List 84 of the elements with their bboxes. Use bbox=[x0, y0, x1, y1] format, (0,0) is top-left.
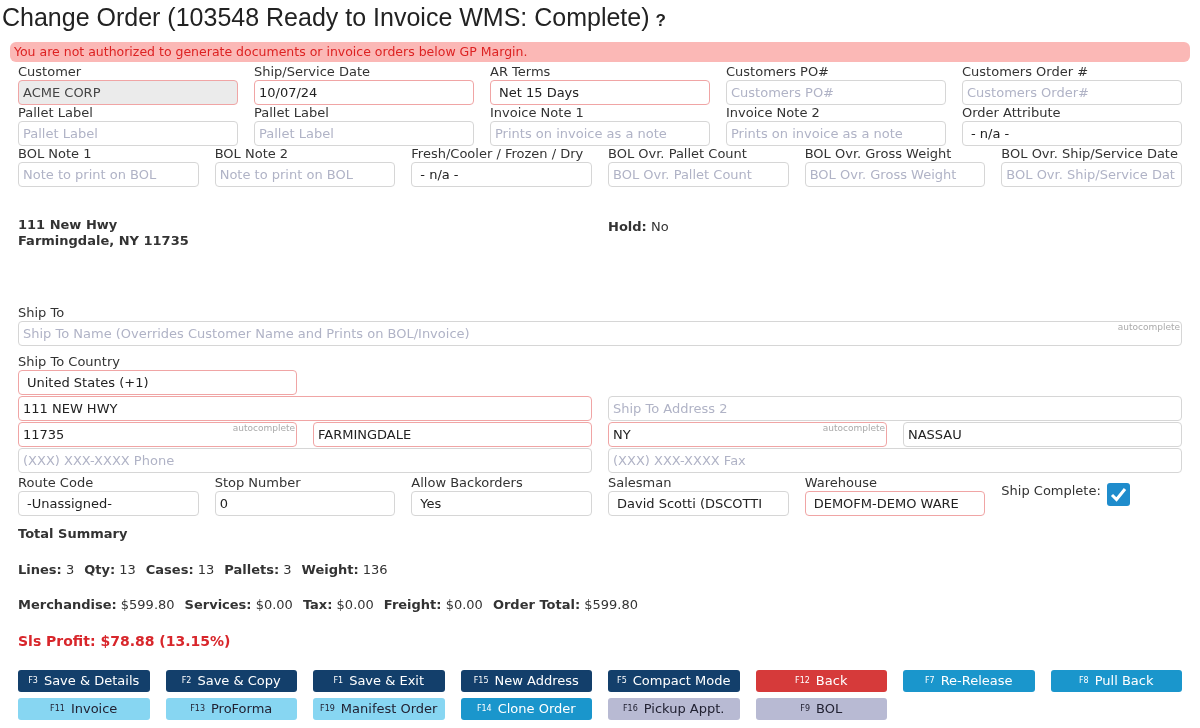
input-field[interactable]: Note to print on BOL bbox=[18, 162, 199, 187]
field-label: BOL Note 2 bbox=[214, 146, 289, 162]
dropdown[interactable]: -Unassigned- bbox=[18, 491, 199, 516]
input-field[interactable]: Pallet Label bbox=[18, 121, 238, 146]
dropdown[interactable]: Yes bbox=[411, 491, 592, 516]
input-field[interactable]: NASSAU bbox=[903, 422, 1182, 447]
action-button[interactable]: F9 BOL bbox=[755, 697, 887, 720]
summary-item: Pallets: 3 bbox=[224, 560, 292, 579]
autocomplete-hint: autocomplete bbox=[1117, 322, 1180, 333]
input-field[interactable]: 0 bbox=[214, 491, 396, 516]
field-label: Customer bbox=[18, 64, 82, 80]
input-field[interactable]: Note to print on BOL bbox=[214, 162, 396, 187]
error-alert: You are not authorized to generate documents or invoice orders below GP Margin. bbox=[10, 42, 1190, 62]
action-button[interactable]: F12 Back bbox=[755, 669, 887, 692]
field-label: Pallet Label bbox=[254, 105, 329, 121]
field-label: BOL Note 1 bbox=[18, 146, 92, 162]
field-label: BOL Ovr. Ship/Service Date bbox=[1001, 146, 1178, 162]
input-field[interactable]: Prints on invoice as a note bbox=[726, 121, 946, 146]
summary-item: Qty: 13 bbox=[84, 560, 136, 579]
dropdown[interactable]: - n/a - bbox=[962, 121, 1182, 146]
help-icon[interactable]: ? bbox=[655, 11, 666, 30]
field-label: BOL Ovr. Gross Weight bbox=[804, 146, 952, 162]
field-label: AR Terms bbox=[490, 64, 551, 80]
action-button[interactable]: F3 Save & Details bbox=[18, 669, 150, 692]
hold-status: Hold: No bbox=[608, 218, 669, 236]
summary-item: Services: $0.00 bbox=[184, 596, 293, 614]
summary-item: Tax: $0.00 bbox=[302, 596, 374, 614]
field-label: Route Code bbox=[18, 475, 94, 491]
input-field[interactable]: Pallet Label bbox=[254, 121, 474, 146]
field-label: Customers Order # bbox=[962, 64, 1089, 80]
input-field[interactable]: 10/07/24 bbox=[254, 80, 474, 105]
profit-text: Sls Profit: $78.88 (13.15%) bbox=[18, 631, 231, 651]
summary-item: Merchandise: $599.80 bbox=[18, 596, 175, 614]
action-button[interactable]: F13 ProForma bbox=[165, 697, 297, 720]
address-line: Farmingdale, NY 11735 bbox=[18, 233, 189, 249]
input-field[interactable]: BOL Ovr. Gross Weight bbox=[804, 162, 986, 187]
action-button[interactable]: F19 Manifest Order bbox=[313, 697, 445, 720]
field-label: Ship/Service Date bbox=[254, 64, 370, 80]
summary-item: Freight: $0.00 bbox=[383, 596, 483, 614]
dropdown[interactable]: Net 15 Days bbox=[490, 80, 710, 105]
action-button[interactable]: F2 Save & Copy bbox=[165, 669, 297, 692]
summary-item: Lines: 3 bbox=[18, 560, 75, 579]
field-label: Salesman bbox=[608, 475, 672, 491]
dropdown[interactable]: - n/a - bbox=[411, 162, 592, 187]
action-button[interactable]: F5 Compact Mode bbox=[608, 669, 740, 692]
dropdown[interactable]: David Scotti (DSCOTTI bbox=[608, 491, 789, 516]
checkbox[interactable] bbox=[1106, 483, 1130, 506]
field-label: Ship To Country bbox=[18, 354, 120, 370]
dropdown[interactable]: United States (+1) bbox=[18, 370, 297, 395]
field-label: Invoice Note 1 bbox=[490, 105, 584, 121]
field-label: Pallet Label bbox=[18, 105, 93, 121]
field-label: Stop Number bbox=[214, 475, 301, 491]
input-field[interactable]: (XXX) XXX-XXXX Fax bbox=[608, 448, 1182, 473]
field-label: Warehouse bbox=[804, 475, 877, 491]
field-label: Invoice Note 2 bbox=[726, 105, 820, 121]
field-label: Ship Complete: bbox=[1001, 483, 1101, 499]
input-field[interactable]: Customers Order# bbox=[962, 80, 1182, 105]
input-field[interactable]: FARMINGDALE bbox=[313, 422, 592, 447]
summary-item: Order Total: $599.80 bbox=[492, 596, 639, 614]
field-label: Order Attribute bbox=[962, 105, 1061, 121]
autocomplete-hint: autocomplete bbox=[822, 423, 885, 434]
field-label: Allow Backorders bbox=[411, 475, 523, 491]
page-title: Change Order (103548 Ready to Invoice WMS: Complete) bbox=[2, 3, 650, 31]
action-button[interactable]: F16 Pickup Appt. bbox=[608, 697, 740, 720]
action-button[interactable]: F11 Invoice bbox=[18, 697, 150, 720]
section-title: Total Summary bbox=[18, 525, 128, 543]
input-field[interactable]: (XXX) XXX-XXXX Phone bbox=[18, 448, 592, 473]
autocomplete-hint: autocomplete bbox=[232, 423, 295, 434]
dropdown[interactable]: DEMOFM-DEMO WARE bbox=[804, 491, 986, 516]
field-label: BOL Ovr. Pallet Count bbox=[608, 146, 747, 162]
summary-item: Weight: 136 bbox=[301, 560, 388, 579]
input-field[interactable]: BOL Ovr. Pallet Count bbox=[608, 162, 789, 187]
input-field[interactable]: 111 NEW HWY bbox=[18, 396, 592, 421]
field-label: Ship To bbox=[18, 305, 65, 321]
action-button[interactable]: F15 New Address bbox=[460, 669, 592, 692]
input-field[interactable]: Ship To Address 2 bbox=[608, 396, 1182, 421]
address-line: 111 New Hwy bbox=[18, 217, 118, 233]
input-field[interactable]: Prints on invoice as a note bbox=[490, 121, 710, 146]
field-label: Customers PO# bbox=[726, 64, 830, 80]
field-label: Fresh/Cooler / Frozen / Dry bbox=[411, 146, 584, 162]
summary-item: Cases: 13 bbox=[145, 560, 215, 579]
input-field[interactable]: BOL Ovr. Ship/Service Dat bbox=[1001, 162, 1182, 187]
input-field[interactable]: Customers PO# bbox=[726, 80, 946, 105]
action-button[interactable]: F1 Save & Exit bbox=[313, 669, 445, 692]
